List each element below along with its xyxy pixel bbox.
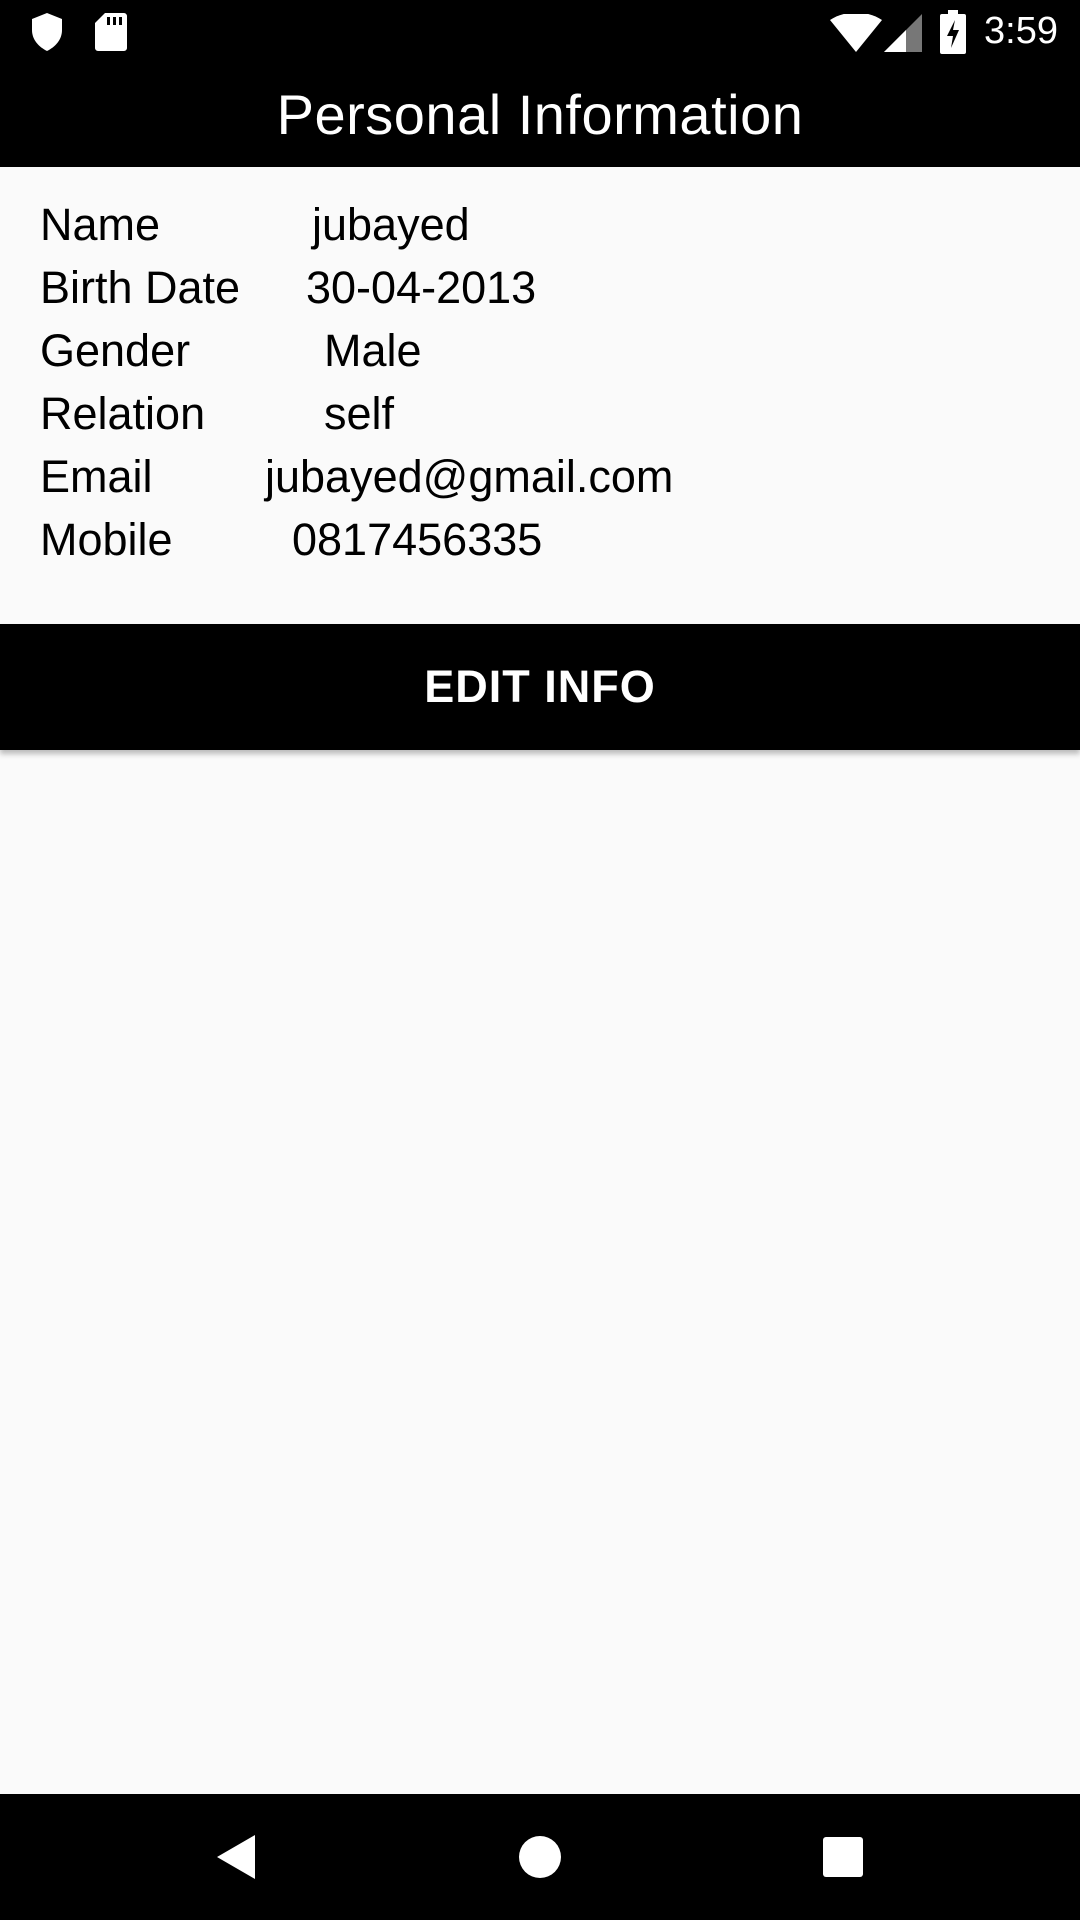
info-label: Name [40, 199, 161, 250]
info-label: Mobile [40, 514, 173, 565]
home-icon[interactable] [512, 1829, 568, 1885]
page-title: Personal Information [276, 83, 804, 146]
app-bar: Personal Information [0, 63, 1080, 167]
shield-icon [30, 12, 64, 57]
signal-icon [884, 14, 922, 57]
info-row-birth-date: Birth Date 30-04-2013 [0, 256, 1080, 319]
status-time: 3:59 [984, 10, 1058, 52]
wifi-icon [830, 12, 882, 57]
info-value: 0817456335 [292, 514, 543, 565]
info-value: 30-04-2013 [306, 262, 537, 313]
info-label: Birth Date [40, 262, 241, 313]
info-label: Email [40, 451, 153, 502]
sd-card-icon [94, 12, 128, 57]
info-row-relation: Relation self [0, 382, 1080, 445]
edit-info-button[interactable]: EDIT INFO [0, 624, 1080, 750]
battery-charging-icon [940, 10, 966, 59]
info-value: jubayed [312, 199, 470, 250]
navigation-bar [0, 1794, 1080, 1920]
info-row-gender: Gender Male [0, 319, 1080, 382]
recents-icon[interactable] [815, 1829, 871, 1885]
info-label: Gender [40, 325, 191, 376]
info-value: self [324, 388, 395, 439]
info-value: Male [324, 325, 422, 376]
status-bar: 3:59 [0, 0, 1080, 63]
back-icon[interactable] [209, 1829, 265, 1885]
info-label: Relation [40, 388, 206, 439]
info-row-mobile: Mobile 0817456335 [0, 508, 1080, 571]
info-row-name: Name jubayed [0, 193, 1080, 256]
info-row-email: Email jubayed@gmail.com [0, 445, 1080, 508]
info-value: jubayed@gmail.com [265, 451, 674, 502]
